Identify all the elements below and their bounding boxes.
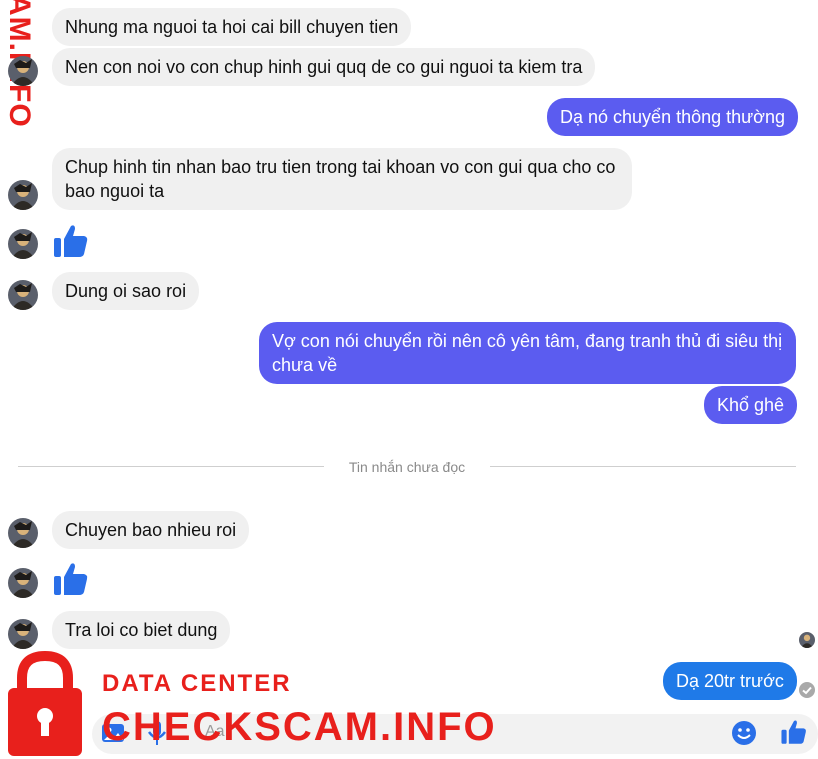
message-text: Chuyen bao nhieu roi xyxy=(65,520,237,540)
avatar[interactable] xyxy=(8,568,38,598)
incoming-message[interactable]: Nhung ma nguoi ta hoi cai bill chuyen ti… xyxy=(52,8,412,46)
message-text: Dung oi sao roi xyxy=(65,281,187,301)
watermark-lock-logo xyxy=(6,650,84,759)
outgoing-message[interactable]: Dạ 20tr trước xyxy=(663,662,797,700)
outgoing-message[interactable]: Dạ nó chuyển thông thường xyxy=(547,98,799,136)
emoji-icon[interactable] xyxy=(731,720,757,751)
thumbs-up-icon[interactable] xyxy=(52,560,90,603)
incoming-message[interactable]: Chup hinh tin nhan bao tru tien trong ta… xyxy=(52,148,632,210)
outgoing-message[interactable]: Khổ ghê xyxy=(704,386,798,424)
watermark-brand: CHECKSCAM.INFO xyxy=(102,705,497,749)
avatar[interactable] xyxy=(8,229,38,259)
avatar[interactable] xyxy=(8,518,38,548)
delivered-check-icon xyxy=(799,682,815,698)
avatar[interactable] xyxy=(8,280,38,310)
message-text: Khổ ghê xyxy=(717,395,785,415)
like-send-icon[interactable] xyxy=(780,718,808,751)
unread-divider-label: Tin nhắn chưa đọc xyxy=(324,457,490,477)
incoming-message[interactable]: Tra loi co biet dung xyxy=(52,611,231,649)
avatar[interactable] xyxy=(8,619,38,649)
message-text: Nen con noi vo con chup hinh gui quq de … xyxy=(65,57,583,77)
watermark-title: DATA CENTER xyxy=(102,670,292,697)
thumbs-up-icon[interactable] xyxy=(52,222,90,265)
message-text: Dạ nó chuyển thông thường xyxy=(560,107,786,127)
message-text: Dạ 20tr trước xyxy=(676,671,784,691)
incoming-message[interactable]: Dung oi sao roi xyxy=(52,272,200,310)
outgoing-message[interactable]: Vợ con nói chuyển rồi nên cô yên tâm, đa… xyxy=(259,322,796,384)
incoming-message[interactable]: Chuyen bao nhieu roi xyxy=(52,511,250,549)
avatar[interactable] xyxy=(8,56,38,86)
avatar[interactable] xyxy=(8,180,38,210)
seen-avatar xyxy=(799,632,815,648)
message-text: Tra loi co biet dung xyxy=(65,620,218,640)
message-text: Vợ con nói chuyển rồi nên cô yên tâm, đa… xyxy=(272,331,783,375)
incoming-message[interactable]: Nen con noi vo con chup hinh gui quq de … xyxy=(52,48,596,86)
chat-screen: AM.INFO Nhung ma nguoi ta hoi cai bill c… xyxy=(0,0,818,759)
message-text: Chup hinh tin nhan bao tru tien trong ta… xyxy=(65,157,616,201)
message-text: Nhung ma nguoi ta hoi cai bill chuyen ti… xyxy=(65,17,399,37)
